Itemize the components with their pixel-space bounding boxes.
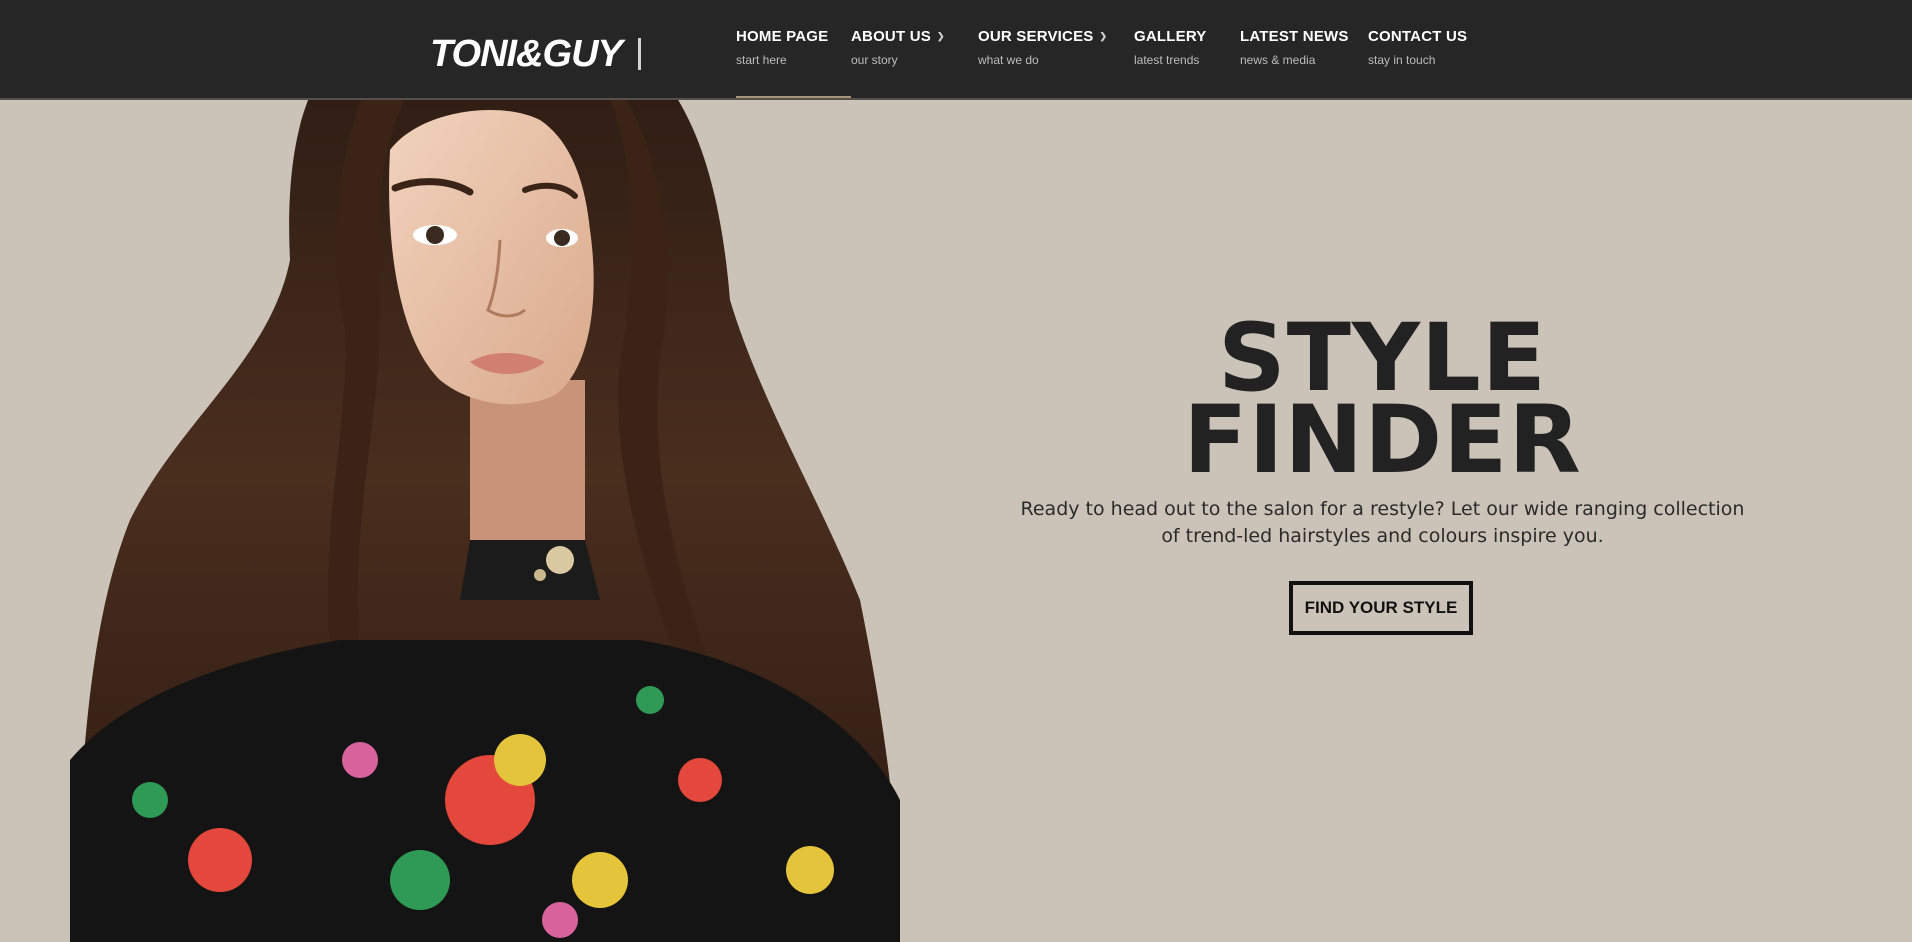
hero-title-line-2: FINDER <box>1183 386 1582 495</box>
nav-sublabel: latest trends <box>1134 53 1200 67</box>
nav-label: OUR SERVICES ❯ <box>978 28 1108 45</box>
nav-item-latest-news[interactable]: LATEST NEWS news & media <box>1240 28 1349 67</box>
hero-title: STYLE FINDER <box>1000 312 1765 495</box>
hero-model-image <box>70 10 900 942</box>
nav-label: ABOUT US ❯ <box>851 28 945 45</box>
chevron-down-icon: ❯ <box>936 31 945 41</box>
nav-sublabel: news & media <box>1240 53 1316 67</box>
nav-label: HOME PAGE <box>736 28 829 45</box>
nav-item-our-services[interactable]: OUR SERVICES ❯ what we do <box>978 28 1107 67</box>
nav-sublabel: stay in touch <box>1368 53 1436 67</box>
nav-item-home-page[interactable]: HOME PAGE start here <box>736 28 828 67</box>
nav-label: CONTACT US <box>1368 28 1468 45</box>
nav-sublabel: what we do <box>978 53 1039 67</box>
nav-label: GALLERY <box>1134 28 1207 45</box>
nav-sublabel: start here <box>736 53 787 67</box>
nav-sublabel: our story <box>851 53 898 67</box>
nav-item-contact-us[interactable]: CONTACT US stay in touch <box>1368 28 1467 67</box>
top-navbar: TONI&GUY HOME PAGE start here ABOUT US ❯ … <box>0 0 1912 100</box>
find-your-style-button[interactable]: FIND YOUR STYLE <box>1289 581 1473 635</box>
nav-label: LATEST NEWS <box>1240 28 1349 45</box>
logo-text: TONI&GUY <box>430 33 623 75</box>
chevron-down-icon: ❯ <box>1099 31 1108 41</box>
logo-divider <box>637 38 641 70</box>
nav-item-gallery[interactable]: GALLERY latest trends <box>1134 28 1207 67</box>
nav-active-indicator <box>736 96 851 98</box>
nav-item-about-us[interactable]: ABOUT US ❯ our story <box>851 28 945 67</box>
toni-guy-logo[interactable]: TONI&GUY <box>430 30 641 78</box>
hero-description: Ready to head out to the salon for a res… <box>1020 498 1745 547</box>
